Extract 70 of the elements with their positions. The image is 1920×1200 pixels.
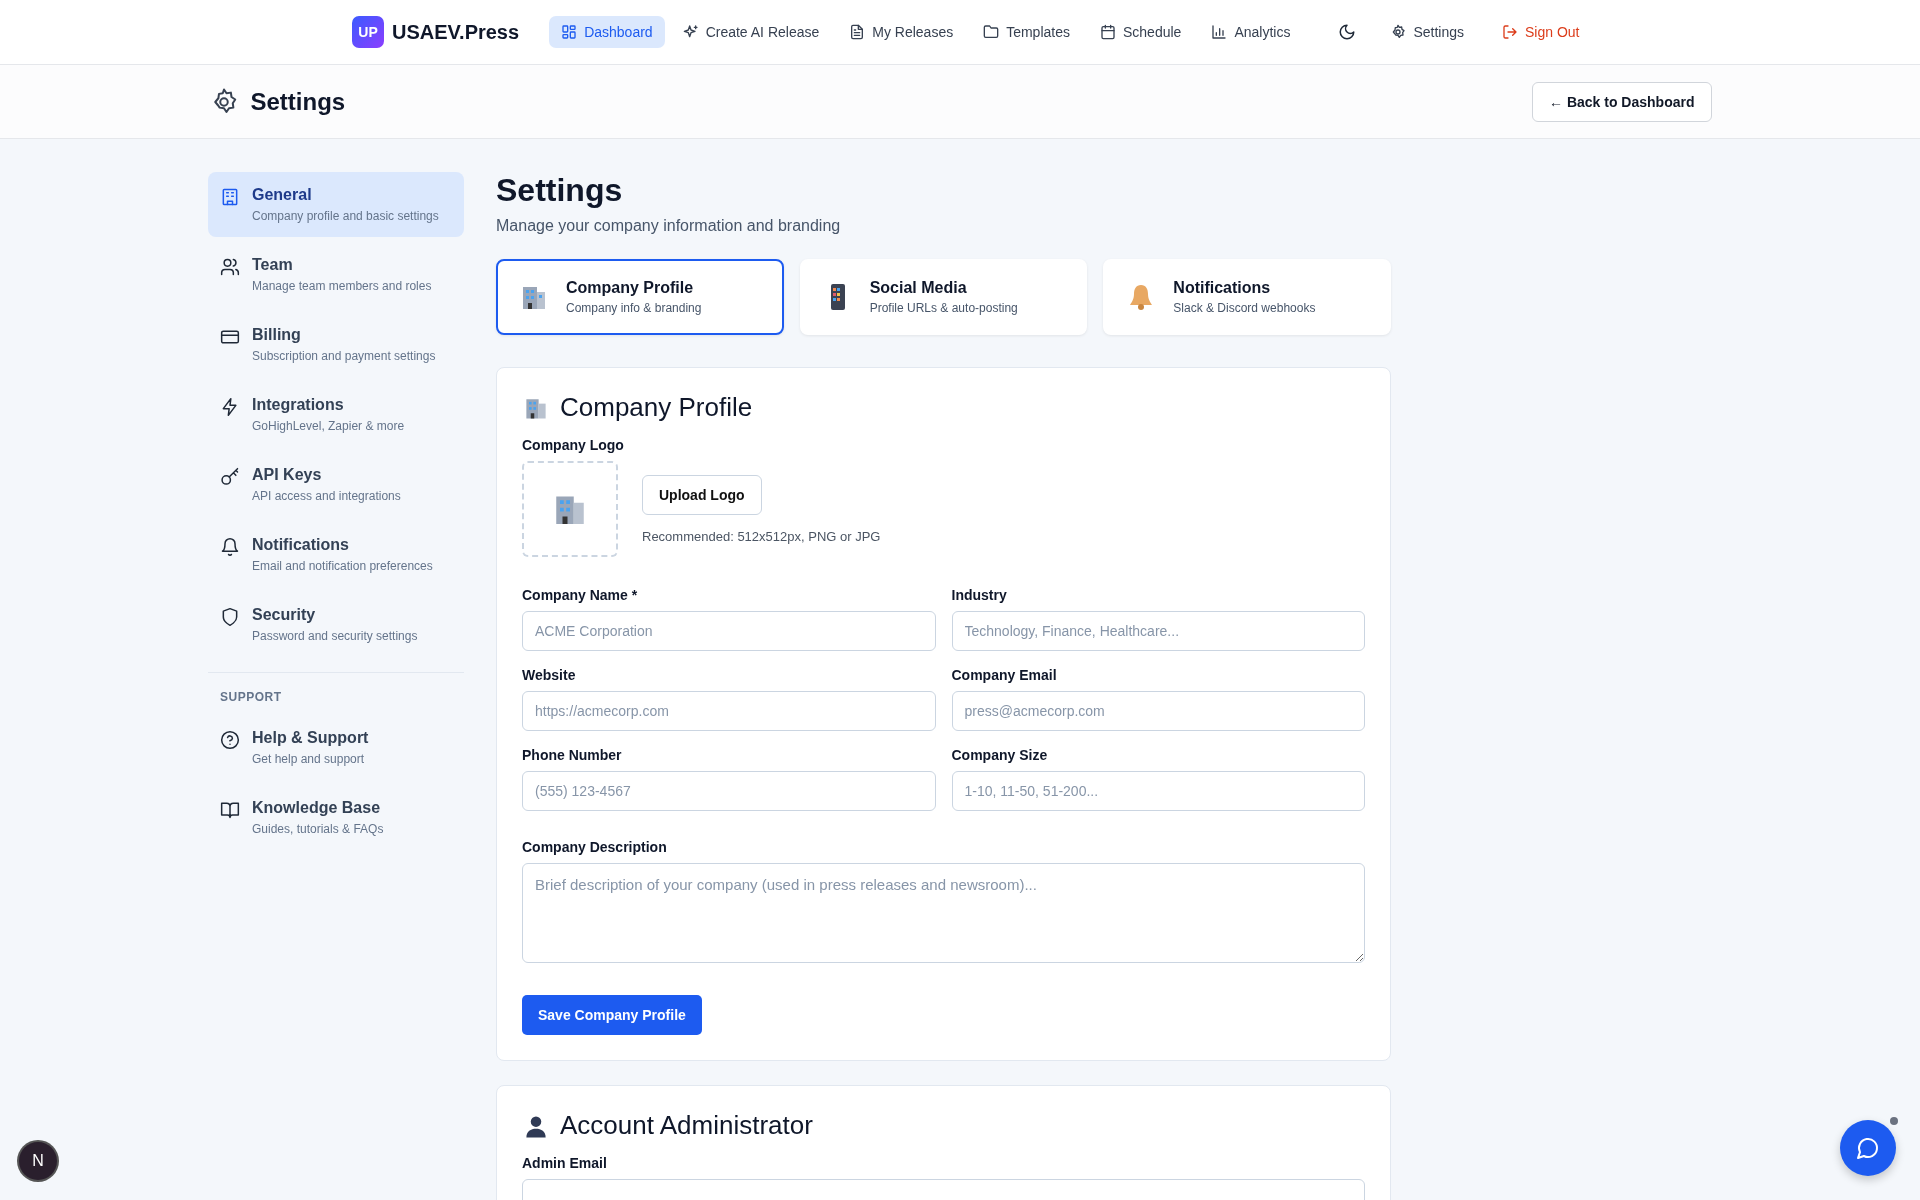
nav-link[interactable]: Analytics xyxy=(1199,16,1303,48)
status-dot xyxy=(1890,1117,1898,1125)
logo-badge: UP xyxy=(352,16,384,48)
text-area[interactable]: Brief description of your company (used in press releases and newsroom)... xyxy=(522,863,1365,963)
lightning-icon xyxy=(220,397,240,417)
input-field[interactable]: 1-10, 11-50, 51-200... xyxy=(951,771,1365,811)
field-label: Company Email xyxy=(951,667,1058,683)
logo-hint: Recommended: 512x512px, PNG or JPG xyxy=(642,529,881,544)
settings-icon xyxy=(1390,24,1407,40)
bar-chart-icon xyxy=(1211,24,1228,40)
sidebar-item[interactable]: Security Password and security settings xyxy=(208,592,464,657)
field-label: Company Size xyxy=(951,747,1049,763)
field-label: Phone Number xyxy=(522,747,623,763)
key-icon xyxy=(220,467,240,487)
page-title: Settings xyxy=(250,87,346,116)
bell-icon xyxy=(220,537,240,557)
moon-icon[interactable] xyxy=(1338,23,1357,41)
brand-name: USAEV.Press xyxy=(392,20,520,44)
input-field[interactable]: https://acmecorp.com xyxy=(522,691,936,731)
section-heading: SUPPORT xyxy=(219,690,283,706)
document-icon xyxy=(849,24,866,40)
sparkle-icon xyxy=(682,24,699,40)
sidebar-item[interactable]: Help & Support Get help and support xyxy=(208,715,464,780)
settings-link[interactable]: Settings xyxy=(1378,16,1476,48)
help-icon xyxy=(220,730,240,750)
settings-tab[interactable]: Social Media Profile URLs & auto-posting xyxy=(799,259,1088,335)
sidebar-item[interactable]: API Keys API access and integrations xyxy=(208,452,464,517)
save-button[interactable]: Save Company Profile xyxy=(522,995,702,1035)
field-label: Industry xyxy=(951,587,1008,603)
sidebar-item[interactable]: Knowledge Base Guides, tutorials & FAQs xyxy=(208,785,464,850)
sidebar-item[interactable]: General Company profile and basic settings xyxy=(208,172,464,237)
input-field[interactable]: ACME Corporation xyxy=(522,611,936,651)
settings-tab[interactable]: Notifications Slack & Discord webhooks xyxy=(1103,259,1391,335)
sidebar-item[interactable]: Integrations GoHighLevel, Zapier & more xyxy=(208,382,464,447)
users-icon xyxy=(220,257,240,277)
input-field[interactable]: (555) 123-4567 xyxy=(522,771,936,811)
nav-link[interactable]: Schedule xyxy=(1088,16,1194,48)
nav-link[interactable]: Dashboard xyxy=(549,16,665,48)
card-title: Account Administrator xyxy=(560,1110,813,1141)
credit-card-icon xyxy=(220,327,240,347)
field-label: Website xyxy=(522,667,577,683)
sidebar-item[interactable]: Notifications Email and notification preferences xyxy=(208,522,464,587)
nav-link[interactable]: Create AI Release xyxy=(670,16,832,48)
settings-tab[interactable]: Company Profile Company info & branding xyxy=(496,259,784,335)
shield-icon xyxy=(220,607,240,627)
input-field[interactable]: Technology, Finance, Healthcare... xyxy=(951,611,1365,651)
back-button[interactable]: ← Back to Dashboard xyxy=(1532,81,1712,122)
field-label: Company Logo xyxy=(522,437,625,453)
chat-bubble-icon xyxy=(1856,1136,1880,1160)
nav-link[interactable]: My Releases xyxy=(837,16,966,48)
upload-button[interactable]: Upload Logo xyxy=(642,475,762,515)
book-icon xyxy=(220,800,240,820)
field-label: Company Name * xyxy=(522,587,639,603)
calendar-icon xyxy=(1100,24,1116,40)
chat-button[interactable] xyxy=(1840,1120,1896,1176)
input-field[interactable]: press@acmecorp.com xyxy=(951,691,1365,731)
sign-out-link[interactable]: Sign Out xyxy=(1490,16,1592,48)
sign-out-icon xyxy=(1502,24,1518,40)
sidebar-item[interactable]: Team Manage team members and roles xyxy=(208,242,464,307)
section-title: Settings xyxy=(496,172,624,209)
card-title: Company Profile xyxy=(560,392,753,423)
field-label: Company Description xyxy=(522,839,668,855)
section-subtitle: Manage your company information and branding xyxy=(496,217,842,235)
building-icon xyxy=(220,187,240,207)
field-label: Admin Email xyxy=(522,1155,608,1171)
sidebar-item[interactable]: Billing Subscription and payment settings xyxy=(208,312,464,377)
folder-icon xyxy=(983,24,1000,40)
dev-badge[interactable]: N xyxy=(19,1142,57,1180)
grid-icon xyxy=(561,24,578,40)
nav-link[interactable]: Templates xyxy=(971,16,1082,48)
